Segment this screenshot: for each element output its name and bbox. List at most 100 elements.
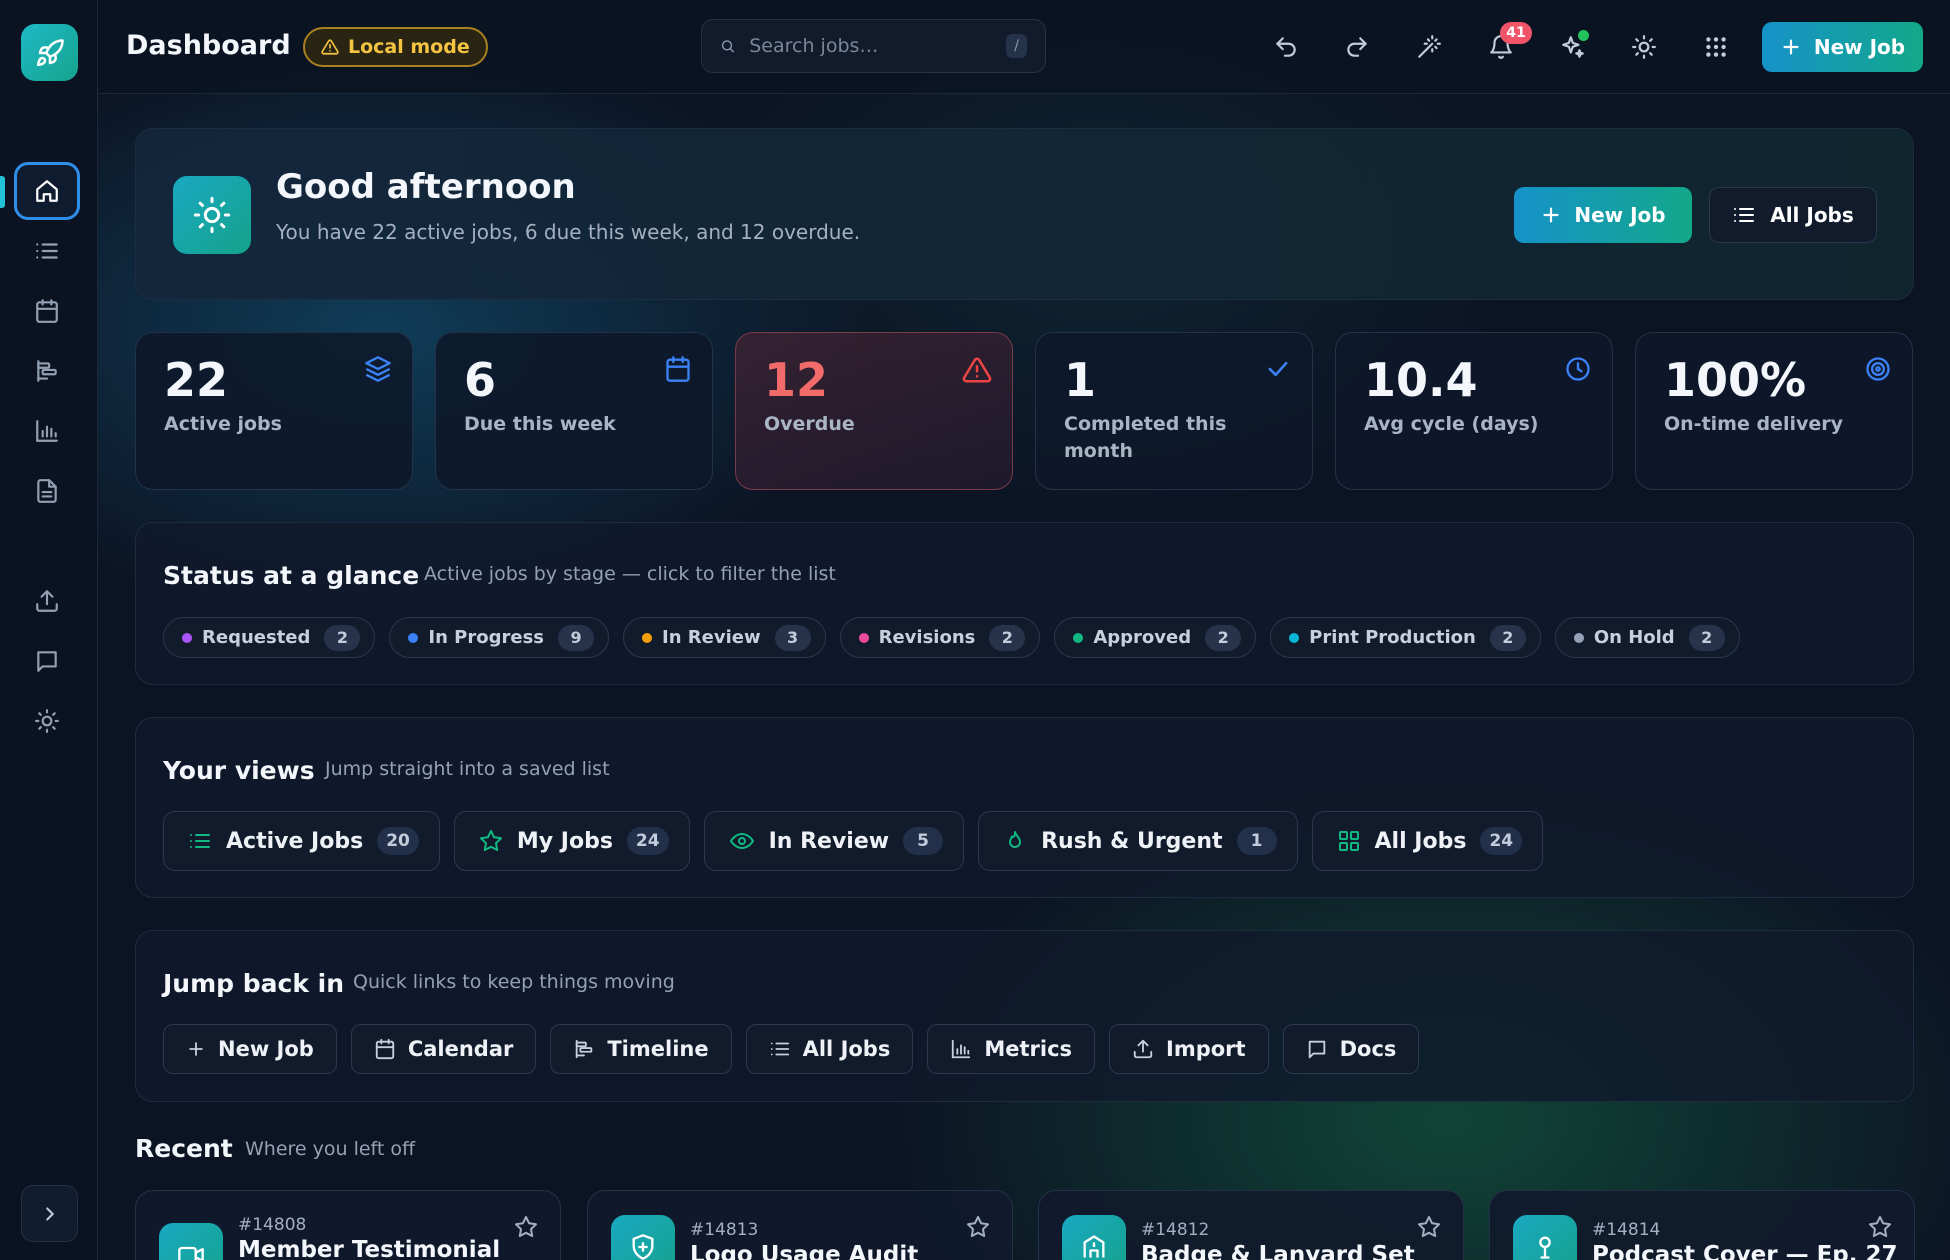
job-type-icon — [1513, 1215, 1577, 1260]
chip-count: 9 — [558, 624, 595, 651]
notifications-button[interactable]: 41 — [1478, 22, 1532, 70]
status-dot — [1073, 632, 1084, 643]
quick-link-timeline[interactable]: Timeline — [550, 1024, 732, 1074]
stat-value: 12 — [764, 353, 829, 407]
section-title: Jump back in — [163, 969, 345, 998]
section-subtitle: Jump straight into a saved list — [325, 758, 610, 780]
sidebar-expand-button[interactable] — [21, 1185, 78, 1242]
sidebar-item-metrics[interactable] — [14, 402, 80, 460]
sidebar-item-calendar[interactable] — [14, 282, 80, 340]
ai-assistant-button[interactable] — [1550, 24, 1596, 70]
status-chip-list: Requested 2 In Progress 9 In Review 3 Revis… — [163, 617, 1740, 658]
job-name: Member Testimonial — [238, 1237, 501, 1260]
stat-card-completed[interactable]: 1 Completed this month — [1035, 332, 1313, 490]
sidebar-item-jobs[interactable] — [14, 222, 80, 280]
view-all-jobs[interactable]: All Jobs 24 — [1311, 811, 1544, 871]
recent-job-card[interactable]: #14813 Logo Usage Audit — [587, 1190, 1013, 1260]
stat-card-on-time[interactable]: 100% On-time delivery — [1635, 332, 1913, 490]
chip-label: On Hold — [1593, 627, 1675, 648]
stat-card-due-this-week[interactable]: 6 Due this week — [435, 332, 713, 490]
sidebar-item-home[interactable] — [14, 162, 80, 220]
local-mode-badge: Local mode — [303, 27, 488, 67]
chip-label: In Progress — [428, 627, 545, 648]
job-name: Logo Usage Audit — [690, 1242, 919, 1260]
recent-job-card[interactable]: #14814 Podcast Cover — Ep. 27 — [1489, 1190, 1915, 1260]
stat-label: Overdue — [764, 413, 855, 435]
view-count: 24 — [626, 827, 669, 855]
view-count: 24 — [1480, 827, 1523, 855]
favorite-button[interactable] — [1417, 1215, 1441, 1239]
views-section: Your views Jump straight into a saved li… — [135, 717, 1914, 898]
status-chip-revisions[interactable]: Revisions 2 — [839, 617, 1041, 658]
stat-card-avg-cycle[interactable]: 10.4 Avg cycle (days) — [1335, 332, 1613, 490]
quick-link-new-job[interactable]: New Job — [163, 1024, 337, 1074]
theme-toggle-button[interactable] — [1621, 24, 1667, 70]
page-title: Dashboard — [126, 30, 291, 61]
app-logo[interactable] — [21, 24, 78, 81]
recent-job-card[interactable]: #14812 Badge & Lanyard Set — [1038, 1190, 1464, 1260]
timeline-icon — [37, 360, 57, 382]
quick-link-all-jobs[interactable]: All Jobs — [745, 1024, 914, 1074]
greeting-summary: You have 22 active jobs, 6 due this week… — [276, 220, 861, 244]
sidebar-item-docs[interactable] — [14, 632, 80, 690]
recent-title: Recent — [135, 1134, 233, 1163]
sidebar-item-settings[interactable] — [14, 692, 80, 750]
stat-value: 100% — [1664, 353, 1807, 407]
view-active-jobs[interactable]: Active Jobs 20 — [163, 811, 440, 871]
status-chip-in-progress[interactable]: In Progress 9 — [389, 617, 610, 658]
recent-job-card[interactable]: #14808 Member Testimonial — [135, 1190, 561, 1260]
view-rush-urgent[interactable]: Rush & Urgent 1 — [978, 811, 1298, 871]
view-label: Active Jobs — [226, 828, 364, 854]
job-id: #14813 — [690, 1220, 759, 1240]
quick-link-label: Calendar — [407, 1037, 514, 1061]
view-label: All Jobs — [1374, 828, 1467, 854]
active-nav-indicator — [0, 176, 5, 208]
sun-icon — [35, 709, 59, 733]
check-icon — [1268, 361, 1288, 377]
status-dot — [1289, 632, 1300, 643]
status-chip-in-review[interactable]: In Review 3 — [623, 617, 826, 658]
welcome-banner: Good afternoon You have 22 active jobs, … — [135, 128, 1914, 300]
hero-all-jobs-button[interactable]: All Jobs — [1709, 187, 1877, 243]
sidebar-item-timeline[interactable] — [14, 342, 80, 400]
stat-card-overdue[interactable]: 12 Overdue — [735, 332, 1013, 490]
undo-button[interactable] — [1263, 24, 1309, 70]
quick-link-docs[interactable]: Docs — [1282, 1024, 1420, 1074]
chip-count: 2 — [324, 624, 361, 651]
view-in-review[interactable]: In Review 5 — [703, 811, 965, 871]
hero-new-job-button[interactable]: New Job — [1514, 187, 1692, 243]
favorite-button[interactable] — [1868, 1215, 1892, 1239]
home-icon — [36, 180, 58, 202]
sidebar-item-import[interactable] — [14, 572, 80, 630]
redo-button[interactable] — [1334, 24, 1380, 70]
view-my-jobs[interactable]: My Jobs 24 — [453, 811, 690, 871]
search-box[interactable]: / — [701, 19, 1046, 73]
calendar-icon — [375, 1038, 394, 1060]
chevron-right-icon — [45, 1206, 54, 1221]
job-type-icon — [159, 1223, 223, 1260]
apps-menu-button[interactable] — [1693, 24, 1739, 70]
view-count: 1 — [1236, 827, 1277, 855]
status-chip-approved[interactable]: Approved 2 — [1054, 617, 1257, 658]
quick-link-calendar[interactable]: Calendar — [350, 1024, 537, 1074]
magic-wand-button[interactable] — [1406, 24, 1452, 70]
stat-card-active-jobs[interactable]: 22 Active jobs — [135, 332, 413, 490]
favorite-button[interactable] — [514, 1215, 538, 1239]
sidebar-item-documents[interactable] — [14, 462, 80, 520]
search-input[interactable] — [749, 35, 993, 57]
stat-label: Avg cycle (days) — [1364, 413, 1539, 435]
chip-count: 2 — [1205, 624, 1242, 651]
video-icon — [178, 1246, 204, 1260]
new-job-button[interactable]: New Job — [1762, 22, 1923, 72]
status-chip-on-hold[interactable]: On Hold 2 — [1554, 617, 1740, 658]
rocket-icon — [36, 38, 64, 66]
quick-link-metrics[interactable]: Metrics — [927, 1024, 1096, 1074]
stat-label: Completed this month — [1064, 413, 1227, 462]
quick-link-import[interactable]: Import — [1109, 1024, 1269, 1074]
status-chip-requested[interactable]: Requested 2 — [163, 617, 376, 658]
status-chip-print-production[interactable]: Print Production 2 — [1270, 617, 1541, 658]
job-type-icon — [1062, 1215, 1126, 1260]
section-title: Your views — [163, 756, 315, 785]
favorite-button[interactable] — [966, 1215, 990, 1239]
grid-dots-icon — [1706, 37, 1726, 57]
